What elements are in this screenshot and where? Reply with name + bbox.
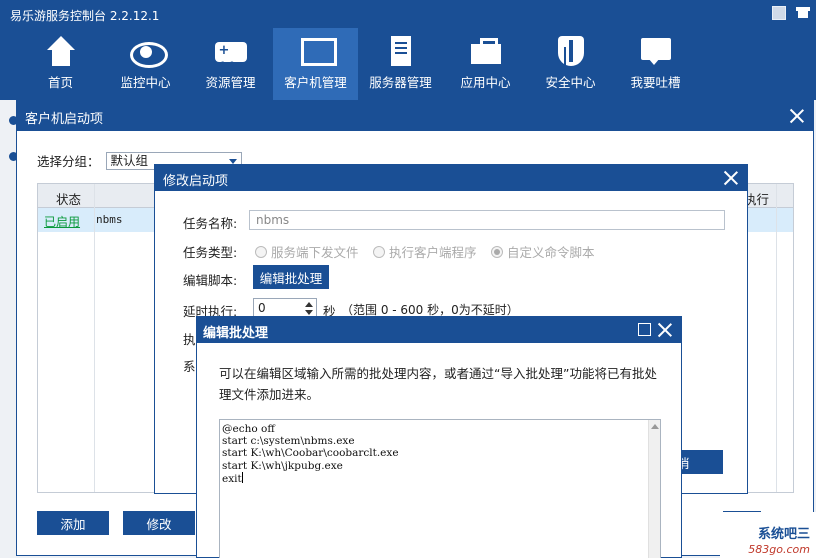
app-window: 易乐游服务控制台 2.2.12.1 首页 监控中心 资源管理 客户机管理 服务器… <box>0 0 816 558</box>
edit-button[interactable]: 修改 <box>123 511 195 535</box>
nav-item-label: 首页 <box>47 75 73 90</box>
dialog-header: 修改启动项 <box>155 165 747 191</box>
nav-item-apps[interactable]: 应用中心 <box>443 28 528 100</box>
skin-icon[interactable] <box>796 7 810 19</box>
editor-scrollbar[interactable] <box>648 420 660 558</box>
home-icon <box>43 36 79 68</box>
task-type-radio-client[interactable]: 执行客户端程序 <box>373 242 477 261</box>
nav-item-home[interactable]: 首页 <box>18 28 103 100</box>
batch-description: 可以在编辑区域输入所需的批处理内容，或者通过“导入批处理”功能将已有批处理文件添… <box>219 366 657 402</box>
edit-batch-button[interactable]: 编辑批处理 <box>253 265 329 289</box>
stepper-up-icon[interactable] <box>305 302 313 307</box>
column-divider <box>94 184 95 492</box>
column-divider <box>776 184 777 492</box>
group-label: 选择分组： <box>37 154 100 169</box>
partial-label-system: 系 <box>183 359 196 374</box>
shield-icon <box>553 36 589 68</box>
task-type-radio-server[interactable]: 服务端下发文件 <box>255 242 359 261</box>
nav-item-label: 我要吐槽 <box>630 75 681 90</box>
watermark-logo: 系统吧三 <box>757 527 810 542</box>
delay-value: 0 <box>258 301 266 315</box>
task-name-input[interactable]: nbms <box>249 210 725 230</box>
task-name-label: 任务名称: <box>183 216 238 231</box>
delay-stepper[interactable]: 0 <box>253 298 317 318</box>
titlebar-controls <box>772 6 810 20</box>
nav-item-resources[interactable]: 资源管理 <box>188 28 273 100</box>
nav-item-label: 客户机管理 <box>284 75 347 90</box>
radio-label: 自定义命令脚本 <box>507 245 595 260</box>
app-title: 易乐游服务控制台 2.2.12.1 <box>10 9 160 23</box>
main-nav: 首页 监控中心 资源管理 客户机管理 服务器管理 应用中心 安全中心 我要吐槽 <box>18 28 698 100</box>
batch-script-editor[interactable]: @echo off start c:\system\nbms.exe start… <box>219 419 661 558</box>
toolbox-icon <box>468 36 504 68</box>
close-icon[interactable] <box>721 168 741 188</box>
watermark: 系统吧三 583go.com <box>720 512 816 558</box>
partial-label-exec: 执 <box>183 332 196 347</box>
edit-batch-dialog: 编辑批处理 可以在编辑区域输入所需的批处理内容，或者通过“导入批处理”功能将已有… <box>196 316 682 558</box>
task-type-label: 任务类型: <box>183 245 238 260</box>
dialog-title: 修改启动项 <box>163 174 229 189</box>
batch-script-content: @echo off start c:\system\nbms.exe start… <box>222 423 399 485</box>
close-icon[interactable] <box>655 320 675 340</box>
dialog-title: 编辑批处理 <box>203 326 269 341</box>
nav-item-label: 资源管理 <box>205 75 256 90</box>
nav-item-security[interactable]: 安全中心 <box>528 28 613 100</box>
dialog-title: 客户机启动项 <box>25 112 104 127</box>
eye-icon <box>128 36 168 68</box>
nav-item-label: 安全中心 <box>545 75 596 90</box>
nav-item-label: 应用中心 <box>460 75 511 90</box>
gamepad-icon <box>213 36 249 73</box>
titlebar: 易乐游服务控制台 2.2.12.1 <box>0 0 816 28</box>
nav-item-server[interactable]: 服务器管理 <box>358 28 443 100</box>
close-icon[interactable] <box>787 106 807 126</box>
column-header-status[interactable]: 状态 <box>56 189 81 208</box>
dialog-header: 客户机启动项 <box>17 101 813 131</box>
scroll-up-icon[interactable] <box>651 424 659 429</box>
monitor-icon <box>298 36 337 68</box>
nav-item-monitor[interactable]: 监控中心 <box>103 28 188 100</box>
minimize-icon[interactable] <box>772 6 786 20</box>
text-caret <box>241 471 243 483</box>
task-type-radio-script[interactable]: 自定义命令脚本 <box>491 242 595 261</box>
radio-label: 服务端下发文件 <box>271 245 359 260</box>
batch-script-text[interactable]: @echo off start c:\system\nbms.exe start… <box>220 420 660 485</box>
row-name: nbms <box>96 213 123 226</box>
radio-label: 执行客户端程序 <box>389 245 477 260</box>
chevron-down-icon <box>228 158 237 164</box>
add-button[interactable]: 添加 <box>37 511 109 535</box>
nav-item-label: 服务器管理 <box>369 75 432 90</box>
radio-icon <box>491 245 503 258</box>
dialog-header: 编辑批处理 <box>197 317 681 343</box>
group-select-value: 默认组 <box>110 152 149 168</box>
server-icon <box>383 36 419 68</box>
chat-icon <box>638 36 674 68</box>
watermark-url: 583go.com <box>748 543 810 556</box>
nav-item-feedback[interactable]: 我要吐槽 <box>613 28 698 100</box>
row-status-link[interactable]: 已启用 <box>44 213 80 230</box>
maximize-icon[interactable] <box>638 323 651 336</box>
nav-item-client[interactable]: 客户机管理 <box>273 28 358 100</box>
stepper-down-icon[interactable] <box>305 310 313 315</box>
radio-icon <box>373 245 385 258</box>
script-label: 编辑脚本: <box>183 273 238 288</box>
radio-icon <box>255 245 267 258</box>
nav-item-label: 监控中心 <box>120 75 171 90</box>
